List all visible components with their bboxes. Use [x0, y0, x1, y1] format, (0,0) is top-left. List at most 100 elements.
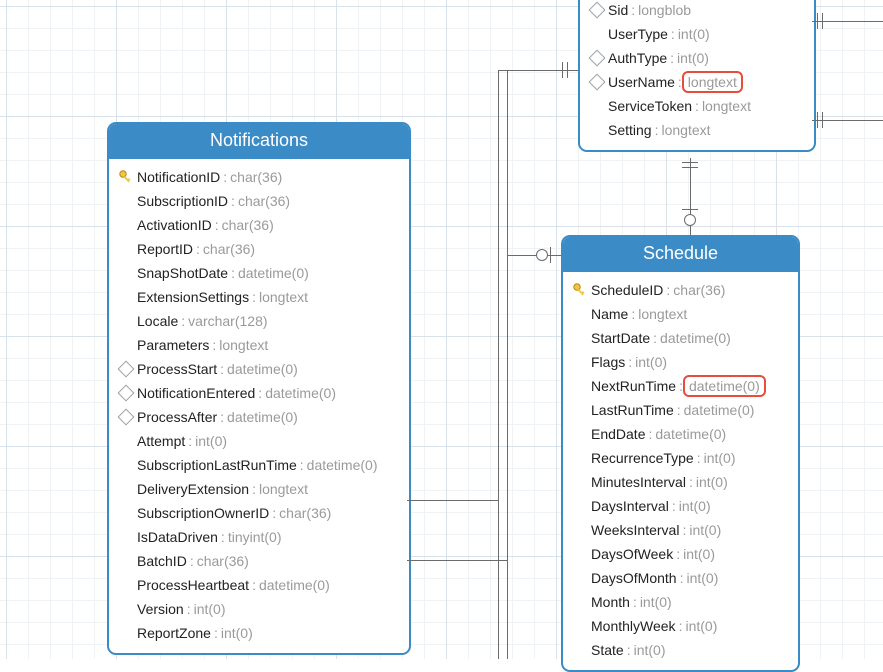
- field-row[interactable]: Setting: longtext: [580, 118, 814, 142]
- field-row[interactable]: MinutesInterval: int(0): [563, 470, 798, 494]
- field-name: Attempt: [137, 429, 185, 453]
- field-row[interactable]: ReportZone: int(0): [109, 621, 409, 645]
- field-type: datetime(0): [684, 398, 755, 422]
- field-name: DaysOfWeek: [591, 542, 673, 566]
- cardinality: [682, 160, 698, 170]
- field-sep: :: [196, 237, 200, 261]
- field-type: int(0): [635, 350, 667, 374]
- field-row[interactable]: AuthType: int(0): [580, 46, 814, 70]
- field-type: longtext: [259, 285, 308, 309]
- field-name: ReportID: [137, 237, 193, 261]
- cardinality: [682, 207, 698, 226]
- field-row[interactable]: SubscriptionID: char(36): [109, 189, 409, 213]
- field-row[interactable]: WeeksInterval: int(0): [563, 518, 798, 542]
- field-name: ScheduleID: [591, 278, 663, 302]
- field-row[interactable]: NextRunTime: datetime(0): [563, 374, 798, 398]
- field-row[interactable]: NotificationID: char(36): [109, 165, 409, 189]
- field-name: UserName: [608, 70, 675, 94]
- field-type: datetime(0): [238, 261, 309, 285]
- field-type: varchar(128): [188, 309, 267, 333]
- diamond-icon: [586, 76, 608, 88]
- field-row[interactable]: ServiceToken: longtext: [580, 94, 814, 118]
- field-row[interactable]: ProcessAfter: datetime(0): [109, 405, 409, 429]
- field-row[interactable]: ReportID: char(36): [109, 237, 409, 261]
- diamond-icon: [586, 4, 608, 16]
- field-sep: :: [677, 398, 681, 422]
- field-type: int(0): [686, 566, 718, 590]
- field-type: datetime(0): [227, 357, 298, 381]
- field-row[interactable]: Sid: longblob: [580, 0, 814, 22]
- field-row[interactable]: Attempt: int(0): [109, 429, 409, 453]
- field-sep: :: [695, 94, 699, 118]
- field-row[interactable]: Flags: int(0): [563, 350, 798, 374]
- cardinality: [815, 112, 825, 128]
- field-name: Setting: [608, 118, 652, 142]
- field-row[interactable]: SubscriptionLastRunTime: datetime(0): [109, 453, 409, 477]
- entity-schedule[interactable]: Schedule ScheduleID: char(36)Name: longt…: [561, 235, 800, 672]
- entity-users[interactable]: Sid: longblobUserType: int(0)AuthType: i…: [578, 0, 816, 152]
- field-sep: :: [655, 118, 659, 142]
- field-type: longtext: [702, 94, 751, 118]
- entity-notifications[interactable]: Notifications NotificationID: char(36)Su…: [107, 122, 411, 655]
- field-row[interactable]: Name: longtext: [563, 302, 798, 326]
- cardinality: [560, 62, 570, 78]
- field-sep: :: [215, 213, 219, 237]
- field-name: SubscriptionOwnerID: [137, 501, 269, 525]
- field-row[interactable]: UserType: int(0): [580, 22, 814, 46]
- field-row[interactable]: DaysOfMonth: int(0): [563, 566, 798, 590]
- field-name: Version: [137, 597, 184, 621]
- field-type: datetime(0): [307, 453, 378, 477]
- field-sep: :: [631, 0, 635, 22]
- field-sep: :: [220, 357, 224, 381]
- field-name: ProcessStart: [137, 357, 217, 381]
- field-row[interactable]: DaysOfWeek: int(0): [563, 542, 798, 566]
- field-row[interactable]: SubscriptionOwnerID: char(36): [109, 501, 409, 525]
- field-row[interactable]: ScheduleID: char(36): [563, 278, 798, 302]
- field-row[interactable]: IsDataDriven: tinyint(0): [109, 525, 409, 549]
- diamond-icon: [586, 52, 608, 64]
- field-row[interactable]: UserName: longtext: [580, 70, 814, 94]
- field-type: int(0): [640, 590, 672, 614]
- diamond-icon: [115, 387, 137, 399]
- entity-schedule-fields: ScheduleID: char(36)Name: longtextStartD…: [563, 272, 798, 670]
- field-row[interactable]: State: int(0): [563, 638, 798, 662]
- field-name: Flags: [591, 350, 625, 374]
- field-row[interactable]: Parameters: longtext: [109, 333, 409, 357]
- field-sep: :: [628, 350, 632, 374]
- field-sep: :: [680, 566, 684, 590]
- field-row[interactable]: SnapShotDate: datetime(0): [109, 261, 409, 285]
- field-row[interactable]: DeliveryExtension: longtext: [109, 477, 409, 501]
- field-type: datetime(0): [683, 375, 766, 397]
- field-type: datetime(0): [227, 405, 298, 429]
- field-type: datetime(0): [660, 326, 731, 350]
- field-row[interactable]: ExtensionSettings: longtext: [109, 285, 409, 309]
- field-row[interactable]: ProcessHeartbeat: datetime(0): [109, 573, 409, 597]
- field-row[interactable]: RecurrenceType: int(0): [563, 446, 798, 470]
- field-sep: :: [231, 189, 235, 213]
- connector: [407, 560, 507, 561]
- field-type: char(36): [673, 278, 725, 302]
- field-name: Name: [591, 302, 628, 326]
- field-row[interactable]: ActivationID: char(36): [109, 213, 409, 237]
- field-row[interactable]: BatchID: char(36): [109, 549, 409, 573]
- field-row[interactable]: EndDate: datetime(0): [563, 422, 798, 446]
- field-row[interactable]: StartDate: datetime(0): [563, 326, 798, 350]
- field-row[interactable]: MonthlyWeek: int(0): [563, 614, 798, 638]
- field-type: int(0): [634, 638, 666, 662]
- field-row[interactable]: ProcessStart: datetime(0): [109, 357, 409, 381]
- field-name: NotificationEntered: [137, 381, 255, 405]
- field-row[interactable]: LastRunTime: datetime(0): [563, 398, 798, 422]
- field-sep: :: [633, 590, 637, 614]
- cardinality: [534, 247, 553, 263]
- field-row[interactable]: Month: int(0): [563, 590, 798, 614]
- field-row[interactable]: Version: int(0): [109, 597, 409, 621]
- entity-title: Schedule: [563, 237, 798, 272]
- field-sep: :: [252, 285, 256, 309]
- field-sep: :: [682, 518, 686, 542]
- field-row[interactable]: Locale: varchar(128): [109, 309, 409, 333]
- field-name: MinutesInterval: [591, 470, 686, 494]
- field-sep: :: [648, 422, 652, 446]
- field-row[interactable]: NotificationEntered: datetime(0): [109, 381, 409, 405]
- field-name: ActivationID: [137, 213, 212, 237]
- field-row[interactable]: DaysInterval: int(0): [563, 494, 798, 518]
